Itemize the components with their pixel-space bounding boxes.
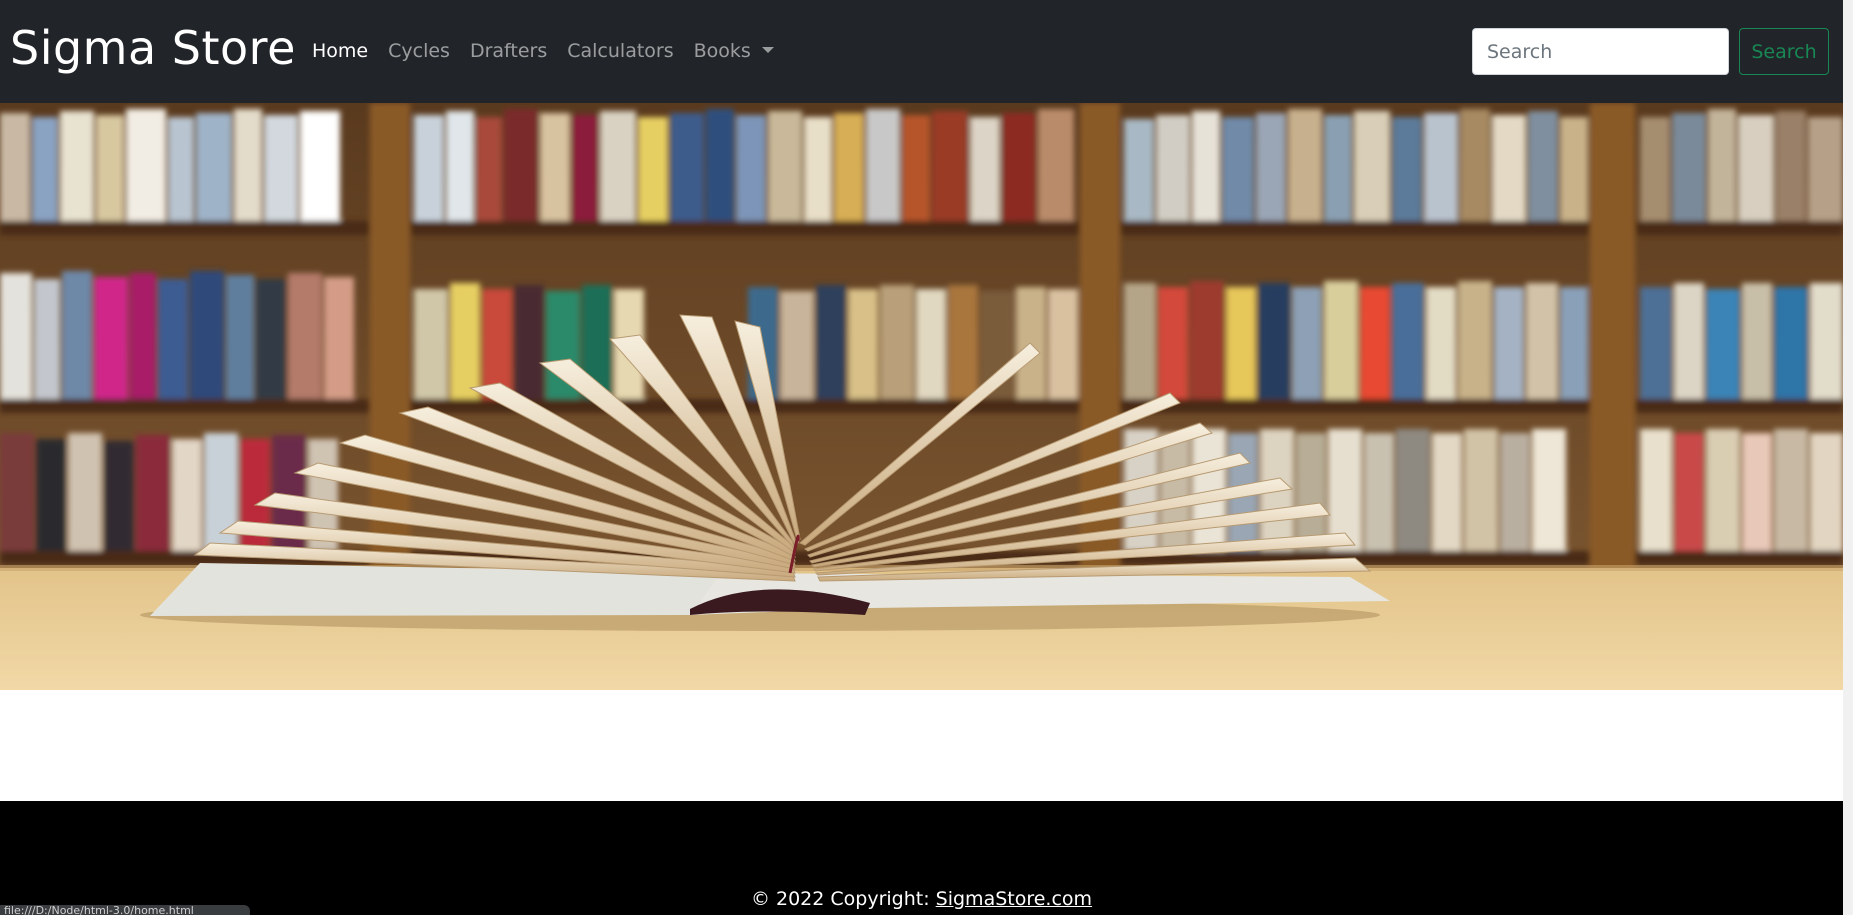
footer: © 2022 Copyright: SigmaStore.com [0,801,1843,915]
nav-item-books-label: Books [693,40,751,62]
search-input[interactable] [1472,28,1729,75]
nav-item-cycles[interactable]: Cycles [388,36,450,66]
chevron-down-icon [761,46,774,53]
nav-item-home[interactable]: Home [312,36,368,66]
scrollbar-track[interactable] [1843,0,1853,915]
nav-item-calculators[interactable]: Calculators [567,36,673,66]
footer-copyright: © 2022 Copyright: SigmaStore.com [0,887,1843,911]
search-button[interactable]: Search [1739,28,1829,75]
hero-image [0,103,1843,690]
brand-logo[interactable]: Sigma Store [10,18,296,78]
page: Sigma Store Home Cycles Drafters Calcula… [0,0,1853,915]
browser-status-bar: file:///D:/Node/html-3.0/home.html [0,905,250,915]
nav-links: Home Cycles Drafters Calculators Books [312,36,774,66]
search-form: Search [1472,28,1829,75]
copyright-text: © 2022 Copyright: [750,888,936,910]
open-book-library-illustration [0,103,1843,690]
nav-item-books-dropdown[interactable]: Books [694,36,774,66]
nav-item-drafters[interactable]: Drafters [470,36,547,66]
copyright-link[interactable]: SigmaStore.com [936,888,1092,910]
navbar: Sigma Store Home Cycles Drafters Calcula… [0,0,1843,103]
